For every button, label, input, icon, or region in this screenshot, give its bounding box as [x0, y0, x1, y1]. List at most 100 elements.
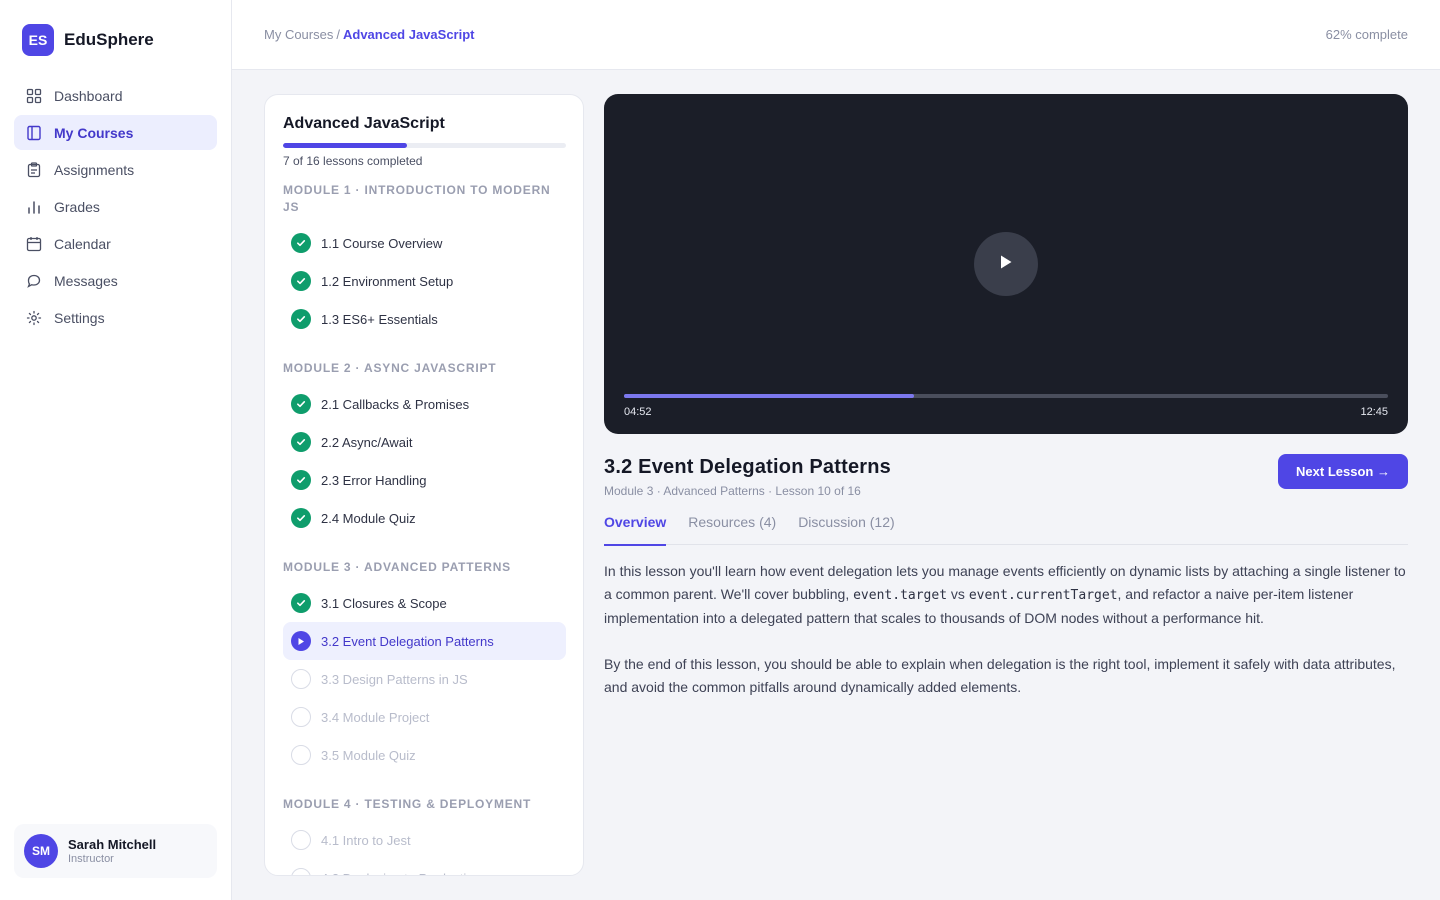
check-circle-icon — [291, 432, 311, 452]
play-button[interactable] — [974, 232, 1038, 296]
sidebar-item-label: Grades — [54, 198, 100, 215]
lesson-item[interactable]: 2.2 Async/Await — [283, 423, 566, 461]
video-player[interactable]: 04:52 12:45 — [604, 94, 1408, 434]
avatar: SM — [24, 834, 58, 868]
check-circle-icon — [291, 309, 311, 329]
lessons-completed: 7 of 16 lessons completed — [283, 154, 423, 168]
course-progress-text: 62% complete — [1325, 27, 1408, 42]
lesson-item[interactable]: 1.3 ES6+ Essentials — [283, 300, 566, 338]
check-circle-icon — [291, 271, 311, 291]
bar-chart-icon — [26, 199, 42, 215]
brand-logo: ES — [22, 24, 54, 56]
course-title: Advanced JavaScript — [283, 115, 445, 132]
empty-circle-icon — [291, 707, 311, 727]
lesson-label: 1.2 Environment Setup — [321, 273, 454, 289]
lesson-label: 1.3 ES6+ Essentials — [321, 311, 438, 327]
lesson-label: 1.1 Course Overview — [321, 235, 443, 251]
user-role: Instructor — [68, 853, 114, 865]
lesson-item[interactable]: 1.1 Course Overview — [283, 224, 566, 262]
lesson-item[interactable]: 2.3 Error Handling — [283, 461, 566, 499]
tab-resources-4[interactable]: Resources (4) — [688, 514, 776, 545]
sidebar-item-my-courses[interactable]: My Courses — [14, 115, 217, 150]
topbar: My Courses / Advanced JavaScript 62% compl… — [232, 0, 1440, 70]
lesson-label: 3.4 Module Project — [321, 709, 430, 725]
play-circle-icon — [291, 631, 311, 651]
check-circle-icon — [291, 394, 311, 414]
sidebar-item-assignments[interactable]: Assignments — [14, 152, 217, 187]
module-heading: Module 3 · Advanced Patterns — [283, 560, 511, 574]
sidebar-item-calendar[interactable]: Calendar — [14, 226, 217, 261]
video-progress-fill — [624, 394, 915, 398]
sidebar-item-label: Assignments — [54, 161, 135, 178]
lesson-item[interactable]: 1.2 Environment Setup — [283, 262, 566, 300]
lesson-label: 4.2 Deploying to Production — [321, 871, 481, 876]
gear-icon — [26, 310, 42, 326]
overview-paragraph: In this lesson you'll learn how event de… — [604, 560, 1410, 630]
sidebar-item-grades[interactable]: Grades — [14, 189, 217, 224]
lesson-panel: Advanced JavaScript 7 of 16 lessons comp… — [264, 94, 584, 876]
empty-circle-icon — [291, 669, 311, 689]
lesson-overview: In this lesson you'll learn how event de… — [604, 560, 1410, 699]
empty-circle-icon — [291, 830, 311, 850]
code-snippet: event.target — [853, 588, 948, 603]
lesson-item: 3.4 Module Project — [283, 698, 566, 736]
check-circle-icon — [291, 470, 311, 490]
lesson-label: 2.2 Async/Await — [321, 434, 413, 450]
brand[interactable]: ES EduSphere — [22, 24, 154, 56]
grid-icon — [26, 88, 42, 104]
breadcrumb: My Courses / Advanced JavaScript — [264, 27, 475, 42]
clipboard-icon — [26, 161, 42, 178]
module-heading: Module 4 · Testing & Deployment — [283, 797, 532, 811]
lesson-item: 3.5 Module Quiz — [283, 736, 566, 774]
video-current-time: 04:52 — [624, 406, 652, 418]
lesson-item: 4.1 Intro to Jest — [283, 821, 566, 859]
next-lesson-button[interactable]: Next Lesson → — [1278, 454, 1408, 489]
breadcrumb-root[interactable]: My Courses — [264, 27, 333, 42]
lesson-label: 3.5 Module Quiz — [321, 747, 416, 763]
sidebar-item-label: My Courses — [54, 124, 134, 141]
sidebar-item-label: Messages — [54, 272, 118, 289]
breadcrumb-current: Advanced JavaScript — [342, 27, 475, 42]
lesson-item[interactable]: 2.4 Module Quiz — [283, 499, 566, 537]
sidebar-item-label: Settings — [54, 309, 105, 326]
video-scrubber[interactable] — [624, 394, 1388, 398]
module-heading: Module 1 · Introduction to Modern JS — [283, 183, 551, 214]
module-list: Module 1 · Introduction to Modern JS 1.1 … — [283, 182, 566, 876]
sidebar-item-settings[interactable]: Settings — [14, 300, 217, 335]
lesson-item[interactable]: 3.2 Event Delegation Patterns — [283, 622, 566, 660]
lesson-item: 4.2 Deploying to Production — [283, 859, 566, 876]
empty-circle-icon — [291, 745, 311, 765]
sidebar-item-messages[interactable]: Messages — [14, 263, 217, 298]
overview-text: vs — [947, 586, 969, 602]
chat-icon — [26, 273, 42, 289]
sidebar-item-label: Dashboard — [54, 87, 123, 104]
tab-overview[interactable]: Overview — [604, 514, 667, 546]
tab-discussion-12[interactable]: Discussion (12) — [798, 514, 894, 545]
lesson-label: 2.3 Error Handling — [321, 472, 427, 488]
book-icon — [26, 125, 42, 141]
check-circle-icon — [291, 593, 311, 613]
sidebar-item-label: Calendar — [54, 235, 111, 252]
lesson-title: 3.2 Event Delegation Patterns — [604, 456, 892, 478]
lesson-item[interactable]: 3.1 Closures & Scope — [283, 584, 566, 622]
course-progress-fill — [283, 143, 407, 148]
check-circle-icon — [291, 508, 311, 528]
code-snippet: event.currentTarget — [968, 588, 1118, 603]
brand-name: EduSphere — [64, 30, 154, 49]
module-heading: Module 2 · Async JavaScript — [283, 361, 497, 375]
video-duration: 12:45 — [1360, 406, 1388, 418]
user-meta: Sarah Mitchell Instructor — [68, 837, 156, 865]
user-name: Sarah Mitchell — [68, 837, 157, 852]
calendar-icon — [26, 236, 42, 252]
lesson-item: 3.3 Design Patterns in JS — [283, 660, 566, 698]
user-card[interactable]: SM Sarah Mitchell Instructor — [14, 824, 217, 878]
overview-paragraph: By the end of this lesson, you should be… — [604, 656, 1396, 695]
lesson-item[interactable]: 2.1 Callbacks & Promises — [283, 385, 566, 423]
lesson-label: 3.3 Design Patterns in JS — [321, 671, 468, 687]
breadcrumb-separator: / — [336, 27, 340, 42]
sidebar-item-dashboard[interactable]: Dashboard — [14, 78, 217, 113]
lesson-tabs: Overview Resources (4) Discussion (12) — [604, 514, 1408, 546]
empty-circle-icon — [291, 868, 311, 875]
lesson-label: 3.1 Closures & Scope — [321, 595, 447, 611]
lesson-label: 2.4 Module Quiz — [321, 510, 416, 526]
